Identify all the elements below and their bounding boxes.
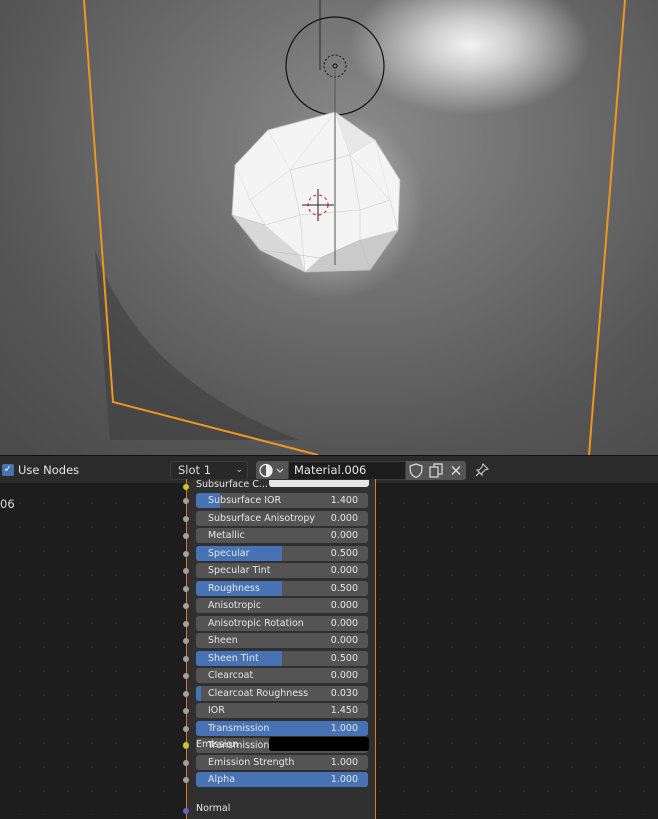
node-input-field[interactable]: Metallic 0.000: [196, 528, 368, 543]
pin-icon: [475, 462, 490, 477]
socket-input[interactable]: [183, 708, 189, 714]
field-label: Transmission: [208, 723, 270, 734]
socket-emission[interactable]: [183, 742, 189, 748]
field-value: 0.000: [330, 565, 358, 576]
field-value: 0.000: [330, 513, 358, 524]
node-input-field[interactable]: Subsurface IOR 1.400: [196, 493, 368, 508]
principled-bsdf-node[interactable]: Subsurface C... Subsurface IOR 1.400 Subsu…: [183, 479, 376, 819]
socket-input[interactable]: [183, 498, 189, 504]
field-label: Specular: [208, 548, 250, 559]
field-value: 1.400: [330, 495, 358, 506]
field-label: Metallic: [208, 530, 245, 541]
slot-dropdown-label: Slot 1: [178, 463, 212, 477]
field-label: Anisotropic: [208, 600, 262, 611]
socket-input[interactable]: [183, 533, 189, 539]
field-value: 0.500: [330, 653, 358, 664]
3d-viewport[interactable]: [0, 0, 658, 455]
normal-label: Normal: [196, 803, 231, 814]
field-value: 0.000: [330, 670, 358, 681]
field-label: Subsurface IOR: [208, 495, 282, 506]
node-input-field[interactable]: Clearcoat Roughness 0.030: [196, 686, 368, 701]
close-icon: [451, 466, 461, 475]
node-input-field[interactable]: Sheen 0.000: [196, 633, 368, 648]
viewport-scene: [83, 0, 626, 455]
emission-label: Emission: [196, 739, 239, 750]
field-value: 0.500: [330, 583, 358, 594]
light-gizmo-dot: [332, 63, 338, 69]
node-input-field[interactable]: Specular Tint 0.000: [196, 563, 368, 578]
socket-subsurface-color[interactable]: [183, 484, 189, 490]
fake-user-button[interactable]: [406, 461, 426, 480]
duplicate-material-button[interactable]: [426, 461, 446, 480]
socket-alpha[interactable]: [183, 777, 189, 783]
socket-input[interactable]: [183, 638, 189, 644]
field-value: 0.000: [330, 618, 358, 629]
plane-outline-right: [588, 0, 626, 455]
node-input-field[interactable]: Subsurface Anisotropy 0.000: [196, 511, 368, 526]
socket-input[interactable]: [183, 621, 189, 627]
node-input-field[interactable]: Roughness 0.500: [196, 581, 368, 596]
field-label: Sheen: [208, 635, 238, 646]
node-input-field[interactable]: Sheen Tint 0.500: [196, 651, 368, 666]
field-value: 0.030: [330, 688, 358, 699]
emission-strength-value: 1.000: [330, 757, 358, 768]
node-input-field[interactable]: Transmission 1.000: [196, 721, 368, 736]
floor-shadow: [95, 250, 300, 440]
alpha-label: Alpha: [208, 774, 236, 785]
field-label: IOR: [208, 705, 225, 716]
field-value: 1.450: [330, 705, 358, 716]
node-input-field[interactable]: IOR 1.450: [196, 703, 368, 718]
socket-normal[interactable]: [183, 808, 189, 814]
slider-fill: [196, 686, 202, 701]
shield-icon: [409, 463, 423, 479]
socket-input[interactable]: [183, 551, 189, 557]
node-editor-canvas[interactable]: 06 Subsurface C... Subsurface IOR 1.400 Su…: [0, 479, 658, 819]
node-input-field[interactable]: Anisotropic 0.000: [196, 598, 368, 613]
socket-input[interactable]: [183, 691, 189, 697]
field-label: Roughness: [208, 583, 260, 594]
field-value: 0.000: [330, 635, 358, 646]
field-value: 1.000: [330, 723, 358, 734]
socket-input[interactable]: [183, 586, 189, 592]
use-nodes-label: Use Nodes: [18, 463, 80, 477]
field-value: 0.500: [330, 548, 358, 559]
field-label: Specular Tint: [208, 565, 271, 576]
field-value: 0.000: [330, 600, 358, 611]
socket-input[interactable]: [183, 568, 189, 574]
node-input-field[interactable]: Anisotropic Rotation 0.000: [196, 616, 368, 631]
subsurface-color-label: Subsurface C...: [196, 479, 268, 490]
emission-strength-field[interactable]: Emission Strength 1.000: [196, 755, 368, 770]
alpha-value: 1.000: [330, 774, 358, 785]
node-input-field[interactable]: Specular 0.500: [196, 546, 368, 561]
use-nodes-checkbox[interactable]: ✓: [2, 464, 14, 476]
socket-input[interactable]: [183, 726, 189, 732]
socket-input[interactable]: [183, 603, 189, 609]
pin-button[interactable]: [472, 461, 492, 480]
field-label: Anisotropic Rotation: [208, 618, 304, 629]
duplicate-icon: [429, 463, 443, 478]
node-input-field[interactable]: Clearcoat 0.000: [196, 668, 368, 683]
side-node-label: 06: [0, 497, 15, 511]
socket-input[interactable]: [183, 516, 189, 522]
field-label: Subsurface Anisotropy: [208, 513, 316, 524]
socket-emission-strength[interactable]: [183, 760, 189, 766]
material-name-field[interactable]: Material.006: [288, 461, 406, 480]
alpha-field[interactable]: Alpha 1.000: [196, 772, 368, 787]
field-value: 0.000: [330, 530, 358, 541]
field-label: Clearcoat: [208, 670, 254, 681]
unlink-material-button[interactable]: [446, 461, 466, 480]
emission-color-swatch[interactable]: [269, 737, 369, 751]
socket-input[interactable]: [183, 656, 189, 662]
socket-input[interactable]: [183, 673, 189, 679]
subsurface-color-swatch[interactable]: [269, 480, 369, 487]
field-label: Clearcoat Roughness: [208, 688, 309, 699]
field-label: Sheen Tint: [208, 653, 259, 664]
emission-strength-label: Emission Strength: [208, 757, 295, 768]
